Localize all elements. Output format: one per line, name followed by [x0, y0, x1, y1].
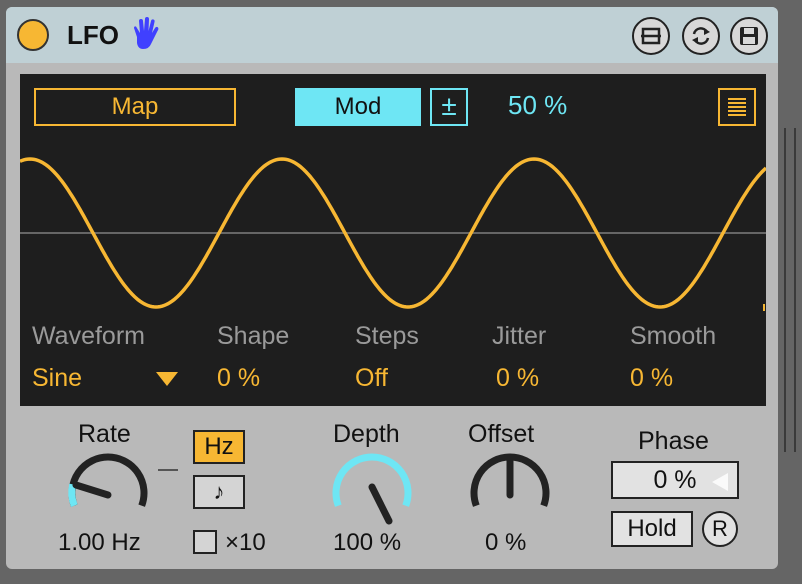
- device-title-bar: LFO: [6, 7, 778, 63]
- waveform-label: Waveform: [32, 322, 145, 350]
- x10-checkbox[interactable]: [193, 530, 217, 554]
- waveform-display: [20, 157, 766, 311]
- rate-value[interactable]: 1.00 Hz: [58, 529, 141, 557]
- mod-button[interactable]: Mod: [295, 88, 421, 126]
- depth-knob[interactable]: [328, 451, 416, 539]
- map-button[interactable]: Map: [34, 88, 236, 126]
- phase-arrow-icon: [712, 473, 728, 491]
- offset-value[interactable]: 0 %: [485, 529, 526, 557]
- steps-value[interactable]: Off: [355, 364, 388, 393]
- bipolar-toggle[interactable]: ±: [430, 88, 468, 126]
- smooth-label: Smooth: [630, 322, 717, 350]
- mod-amount-value[interactable]: 50 %: [508, 90, 567, 121]
- shape-value[interactable]: 0 %: [217, 364, 260, 393]
- jitter-value[interactable]: 0 %: [496, 364, 539, 393]
- offset-label: Offset: [468, 420, 535, 448]
- save-preset-icon[interactable]: [730, 17, 768, 55]
- dropdown-arrow-icon[interactable]: [156, 372, 178, 386]
- depth-value[interactable]: 100 %: [333, 529, 401, 557]
- lfo-device: LFO Map Mod ± 50 % Waveform Shape Steps …: [6, 7, 778, 569]
- lfo-display: Map Mod ± 50 % Waveform Shape Steps Jitt…: [20, 74, 766, 406]
- sync-note-button[interactable]: ♪: [193, 475, 245, 509]
- device-title: LFO: [67, 20, 119, 50]
- offset-knob[interactable]: [466, 451, 554, 539]
- jitter-label: Jitter: [492, 322, 547, 350]
- rate-knob[interactable]: [64, 451, 152, 539]
- phase-label: Phase: [638, 427, 709, 455]
- hot-swap-icon[interactable]: [682, 17, 720, 55]
- depth-label: Depth: [333, 420, 400, 448]
- hold-button[interactable]: Hold: [611, 511, 693, 547]
- rate-mod-dash: [158, 469, 178, 471]
- menu-icon[interactable]: [718, 88, 756, 126]
- retrigger-button[interactable]: R: [702, 511, 738, 547]
- hand-icon[interactable]: [130, 17, 160, 51]
- hz-mode-button[interactable]: Hz: [193, 430, 245, 464]
- scrollbar[interactable]: [784, 128, 798, 452]
- x10-label: ×10: [225, 529, 266, 556]
- shape-label: Shape: [217, 322, 290, 350]
- power-icon[interactable]: [17, 19, 49, 51]
- waveform-select[interactable]: Sine: [32, 364, 82, 393]
- smooth-value[interactable]: 0 %: [630, 364, 673, 393]
- rate-label: Rate: [78, 420, 131, 448]
- steps-label: Steps: [355, 322, 419, 350]
- freeze-icon[interactable]: [632, 17, 670, 55]
